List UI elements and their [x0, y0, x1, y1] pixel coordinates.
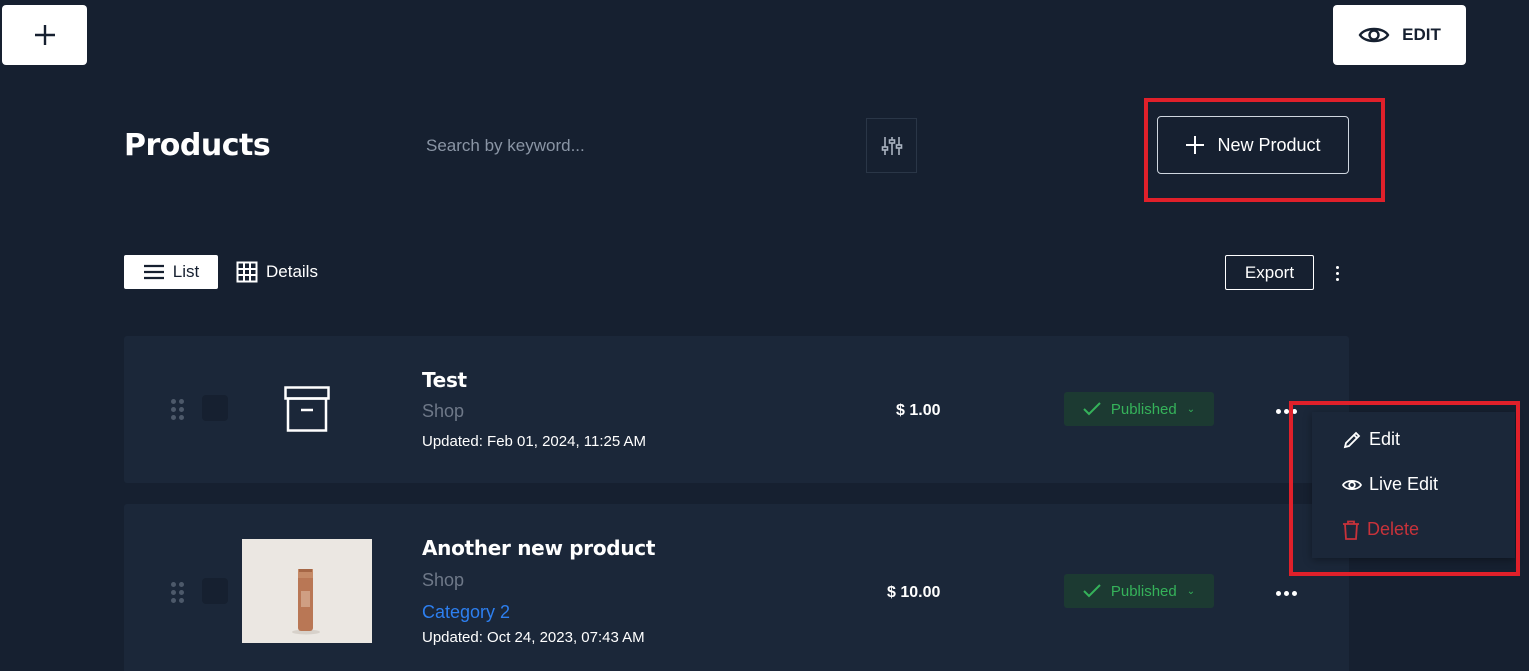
edit-mode-label: EDIT	[1402, 25, 1441, 44]
product-name[interactable]: Test	[422, 368, 467, 392]
search-input[interactable]	[414, 118, 866, 173]
edit-mode-button[interactable]: EDIT	[1333, 5, 1466, 65]
plus-icon	[34, 25, 55, 45]
product-thumbnail[interactable]	[242, 539, 372, 643]
check-icon	[1083, 402, 1101, 416]
highlight-box-context-menu	[1289, 401, 1520, 576]
view-list-label: List	[172, 262, 200, 281]
vertical-dots-icon[interactable]	[1330, 260, 1344, 286]
check-icon	[1083, 584, 1101, 598]
row-checkbox[interactable]	[202, 578, 228, 604]
table-row: Test Shop Updated: Feb 01, 2024, 11:25 A…	[124, 336, 1349, 483]
more-actions-icon[interactable]	[1276, 583, 1297, 603]
product-shop: Shop	[422, 570, 465, 590]
highlight-box-new-product	[1144, 98, 1385, 202]
product-updated: Updated: Oct 24, 2023, 07:43 AM	[422, 629, 645, 646]
search-bar	[414, 118, 917, 173]
grid-icon	[236, 261, 258, 283]
product-category-link[interactable]: Category 2	[422, 602, 510, 623]
chevron-down-icon: ⌄	[1186, 585, 1196, 597]
status-label: Published	[1110, 582, 1177, 600]
add-button[interactable]	[2, 5, 87, 65]
archive-icon	[284, 386, 330, 437]
status-label: Published	[1110, 400, 1177, 418]
page-title: Products	[124, 128, 271, 163]
table-row: Another new product Shop Category 2 Upda…	[124, 504, 1349, 671]
view-details-toggle[interactable]: Details	[236, 255, 318, 289]
eye-icon	[1358, 27, 1390, 43]
product-updated: Updated: Feb 01, 2024, 11:25 AM	[422, 433, 647, 450]
status-dropdown[interactable]: Published ⌄	[1064, 574, 1214, 608]
product-shop: Shop	[422, 401, 465, 421]
view-details-label: Details	[266, 262, 318, 281]
sliders-icon	[881, 136, 902, 155]
list-icon	[143, 264, 164, 280]
product-name[interactable]: Another new product	[422, 536, 655, 560]
drag-handle-icon[interactable]	[171, 399, 184, 420]
row-checkbox[interactable]	[202, 395, 228, 421]
drag-handle-icon[interactable]	[171, 582, 184, 603]
chevron-down-icon: ⌄	[1186, 403, 1196, 415]
filter-button[interactable]	[866, 118, 917, 173]
product-price: $ 10.00	[887, 584, 941, 601]
view-list-toggle[interactable]: List	[124, 255, 218, 289]
status-dropdown[interactable]: Published ⌄	[1064, 392, 1214, 426]
export-button[interactable]: Export	[1225, 255, 1314, 290]
product-price: $ 1.00	[896, 402, 941, 419]
